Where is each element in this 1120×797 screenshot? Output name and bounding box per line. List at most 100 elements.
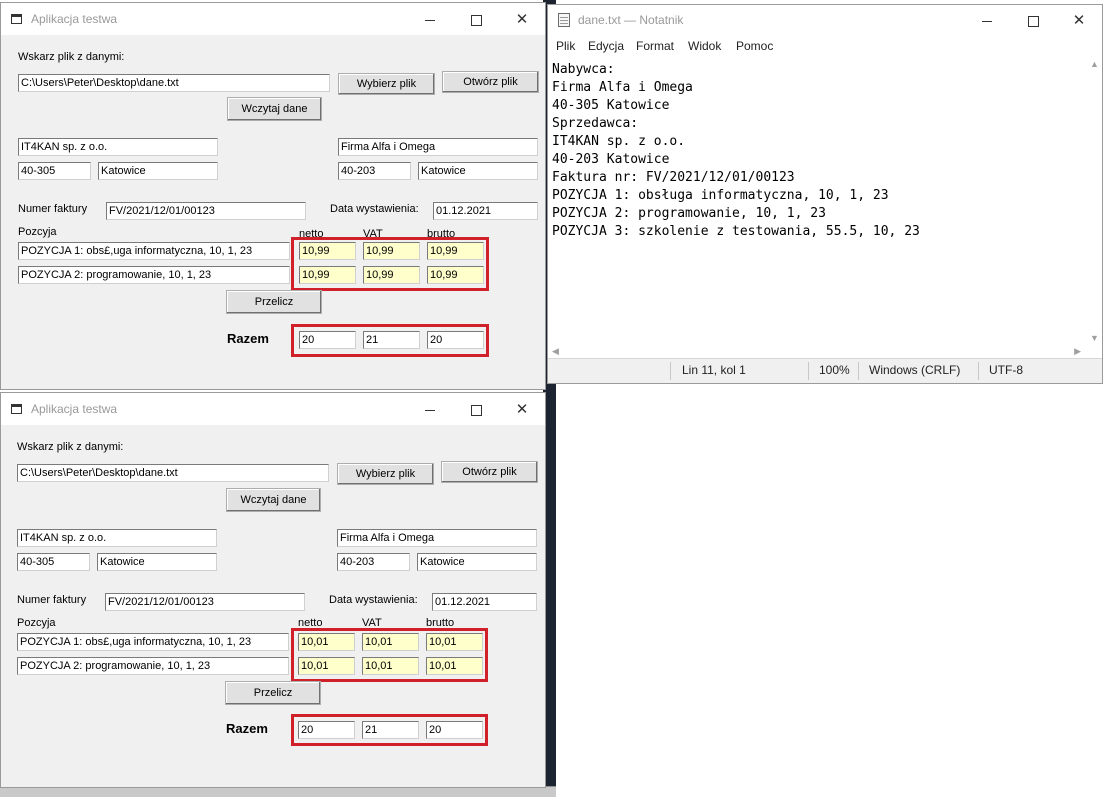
menu-bar: Plik Edycja Format Widok Pomoc	[548, 35, 1102, 57]
scroll-right-icon[interactable]: ▶	[1074, 346, 1081, 357]
minimize-button[interactable]	[407, 393, 453, 425]
position-label: Pozcyja	[18, 226, 57, 238]
seller-zip-field[interactable]: 40-305	[18, 162, 91, 180]
total-netto-field[interactable]: 20	[298, 721, 355, 739]
recalculate-button[interactable]: Przelicz	[226, 290, 322, 314]
position-2-netto[interactable]: 10,01	[298, 657, 355, 675]
total-netto-field[interactable]: 20	[299, 331, 356, 349]
encoding: UTF-8	[989, 363, 1023, 377]
minimize-button[interactable]	[964, 5, 1010, 35]
close-button[interactable]: ✕	[499, 393, 545, 425]
total-label: Razem	[226, 721, 268, 736]
status-divider	[808, 362, 809, 380]
title-bar[interactable]: Aplikacja testwa ✕	[1, 3, 545, 35]
title-bar[interactable]: Aplikacja testwa ✕	[1, 393, 545, 425]
total-brutto-field[interactable]: 20	[426, 721, 483, 739]
text-line: POZYCJA 3: szkolenie z testowania, 55.5,…	[552, 224, 920, 239]
load-data-button[interactable]: Wczytaj dane	[227, 97, 322, 121]
open-file-button[interactable]: Otwórz plik	[442, 71, 539, 93]
status-divider	[858, 362, 859, 380]
app-window-1: Aplikacja testwa ✕ Wskarz plik z danymi:…	[0, 2, 546, 390]
position-2-field[interactable]: POZYCJA 2: programowanie, 10, 1, 23	[18, 266, 290, 284]
scroll-up-icon[interactable]: ▲	[1090, 59, 1099, 69]
invoice-number-field[interactable]: FV/2021/12/01/00123	[105, 593, 305, 611]
total-brutto-field[interactable]: 20	[427, 331, 484, 349]
date-label: Data wystawienia:	[330, 203, 419, 215]
position-1-field[interactable]: POZYCJA 1: obs£,uga informatyczna, 10, 1…	[18, 242, 290, 260]
date-label: Data wystawienia:	[329, 594, 418, 606]
seller-zip-field[interactable]: 40-305	[17, 553, 90, 571]
buyer-name-field[interactable]: Firma Alfa i Omega	[337, 529, 537, 547]
maximize-icon	[1027, 15, 1039, 27]
position-1-field[interactable]: POZYCJA 1: obs£,uga informatyczna, 10, 1…	[17, 633, 289, 651]
buyer-city-field[interactable]: Katowice	[417, 553, 537, 571]
buyer-zip-field[interactable]: 40-203	[337, 553, 410, 571]
notepad-title-bar[interactable]: dane.txt — Notatnik ✕	[548, 5, 1102, 35]
position-label: Pozcyja	[17, 617, 56, 629]
choose-file-button[interactable]: Wybierz plik	[337, 463, 434, 485]
position-1-vat[interactable]: 10,01	[362, 633, 419, 651]
menu-help[interactable]: Pomoc	[736, 39, 773, 53]
buyer-name-field[interactable]: Firma Alfa i Omega	[338, 138, 538, 156]
text-line: Sprzedawca:	[552, 116, 639, 131]
menu-file[interactable]: Plik	[556, 39, 575, 53]
seller-city-field[interactable]: Katowice	[97, 553, 217, 571]
total-vat-field[interactable]: 21	[363, 331, 420, 349]
invoice-number-label: Numer faktury	[18, 203, 88, 215]
position-1-netto[interactable]: 10,99	[299, 242, 356, 260]
file-label: Wskarz plik z danymi:	[18, 51, 125, 63]
position-1-brutto[interactable]: 10,99	[427, 242, 484, 260]
notepad-icon	[558, 13, 570, 27]
position-2-field[interactable]: POZYCJA 2: programowanie, 10, 1, 23	[17, 657, 289, 675]
date-field[interactable]: 01.12.2021	[432, 593, 537, 611]
window-title: Aplikacja testwa	[31, 12, 118, 26]
text-line: POZYCJA 2: programowanie, 10, 1, 23	[552, 206, 826, 221]
position-2-netto[interactable]: 10,99	[299, 266, 356, 284]
close-button[interactable]: ✕	[1056, 5, 1102, 35]
minimize-icon	[425, 409, 435, 411]
cursor-position: Lin 11, kol 1	[682, 363, 746, 377]
invoice-number-field[interactable]: FV/2021/12/01/00123	[106, 202, 306, 220]
status-divider	[670, 362, 671, 380]
file-path-input[interactable]: C:\Users\Peter\Desktop\dane.txt	[17, 464, 329, 482]
vertical-scrollbar[interactable]: ▲ ▼	[1085, 57, 1102, 347]
menu-format[interactable]: Format	[636, 39, 674, 53]
choose-file-button[interactable]: Wybierz plik	[338, 73, 435, 95]
menu-view[interactable]: Widok	[688, 39, 721, 53]
text-line: IT4KAN sp. z o.o.	[552, 134, 686, 149]
horizontal-scrollbar[interactable]: ◀ ▶	[548, 345, 1085, 359]
position-2-brutto[interactable]: 10,99	[427, 266, 484, 284]
open-file-button[interactable]: Otwórz plik	[441, 461, 538, 483]
maximize-button[interactable]	[1010, 5, 1056, 35]
text-editor[interactable]: Nabywca: Firma Alfa i Omega 40-305 Katowic…	[552, 61, 920, 241]
position-1-vat[interactable]: 10,99	[363, 242, 420, 260]
maximize-button[interactable]	[453, 393, 499, 425]
position-2-vat[interactable]: 10,99	[363, 266, 420, 284]
zoom-level: 100%	[819, 363, 850, 377]
date-field[interactable]: 01.12.2021	[433, 202, 538, 220]
position-2-brutto[interactable]: 10,01	[426, 657, 483, 675]
recalculate-button[interactable]: Przelicz	[225, 681, 321, 705]
maximize-button[interactable]	[453, 3, 499, 35]
seller-name-field[interactable]: IT4KAN sp. z o.o.	[18, 138, 218, 156]
seller-city-field[interactable]: Katowice	[98, 162, 218, 180]
close-icon: ✕	[515, 10, 529, 28]
file-path-input[interactable]: C:\Users\Peter\Desktop\dane.txt	[18, 74, 330, 92]
seller-name-field[interactable]: IT4KAN sp. z o.o.	[17, 529, 217, 547]
load-data-button[interactable]: Wczytaj dane	[226, 488, 321, 512]
close-icon: ✕	[1072, 11, 1086, 29]
position-1-netto[interactable]: 10,01	[298, 633, 355, 651]
position-1-brutto[interactable]: 10,01	[426, 633, 483, 651]
total-vat-field[interactable]: 21	[362, 721, 419, 739]
scroll-left-icon[interactable]: ◀	[552, 346, 559, 357]
menu-edit[interactable]: Edycja	[588, 39, 624, 53]
buyer-city-field[interactable]: Katowice	[418, 162, 538, 180]
minimize-button[interactable]	[407, 3, 453, 35]
maximize-icon	[470, 404, 482, 416]
buyer-zip-field[interactable]: 40-203	[338, 162, 411, 180]
minimize-icon	[982, 20, 992, 22]
position-2-vat[interactable]: 10,01	[362, 657, 419, 675]
scroll-down-icon[interactable]: ▼	[1090, 333, 1099, 343]
close-button[interactable]: ✕	[499, 3, 545, 35]
text-line: 40-203 Katowice	[552, 152, 670, 167]
